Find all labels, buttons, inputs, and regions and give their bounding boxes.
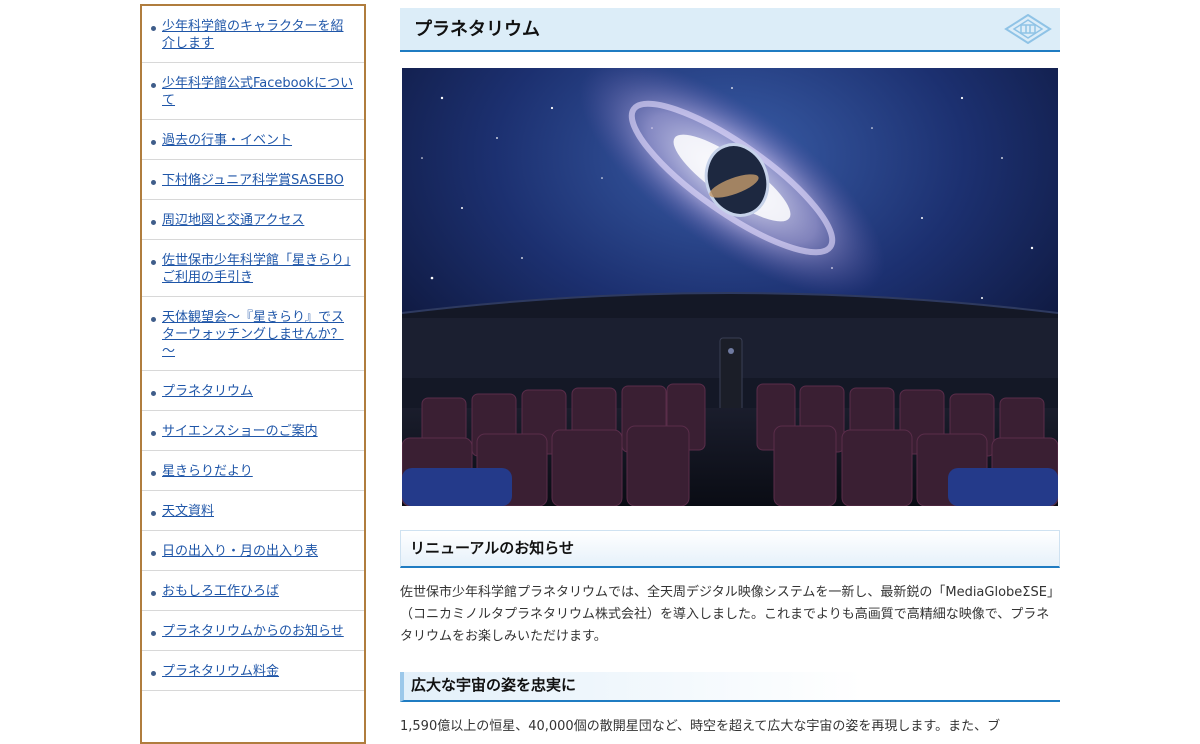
renewal-paragraph: 佐世保市少年科学館プラネタリウムでは、全天周デジタル映像システムを一新し、最新鋭… xyxy=(400,585,1060,644)
section-title: 広大な宇宙の姿を忠実に xyxy=(411,676,577,694)
sidebar-link[interactable]: 下村脩ジュニア科学賞SASEBO xyxy=(162,173,344,188)
bullet-icon xyxy=(151,471,156,476)
main-content: プラネタリウム リニューアルのお知らせ 佐世保市少年科学館プラネタリウムでは、全… xyxy=(400,8,1060,738)
sidebar-item-planetarium: プラネタリウム xyxy=(142,371,364,411)
bullet-icon xyxy=(151,26,156,31)
sidebar-link[interactable]: 周辺地図と交通アクセス xyxy=(162,213,304,228)
bullet-icon xyxy=(151,671,156,676)
bullet-icon xyxy=(151,431,156,436)
sidebar-link[interactable]: 佐世保市少年科学館「星きらり」ご利用の手引き xyxy=(162,253,351,285)
sidebar-link[interactable]: 過去の行事・イベント xyxy=(162,133,292,148)
sidebar-item-astronomy-data: 天文資料 xyxy=(142,491,364,531)
sidebar-item-sunrise-table: 日の出入り・月の出入り表 xyxy=(142,531,364,571)
bullet-icon xyxy=(151,631,156,636)
sidebar-item-characters: 少年科学館のキャラクターを紹介します xyxy=(142,6,364,63)
sidebar-link[interactable]: おもしろ工作ひろば xyxy=(162,584,279,599)
sidebar-link[interactable]: プラネタリウム料金 xyxy=(162,664,279,679)
sidebar-item-crafts: おもしろ工作ひろば xyxy=(142,571,364,611)
bullet-icon xyxy=(151,83,156,88)
bullet-icon xyxy=(151,260,156,265)
sidebar-item-usage-guide: 佐世保市少年科学館「星きらり」ご利用の手引き xyxy=(142,240,364,297)
sidebar-list: 少年科学館のキャラクターを紹介します 少年科学館公式Facebookについて 過… xyxy=(142,6,364,691)
sidebar-link[interactable]: 天体観望会～『星きらり』でスターウォッチングしませんか？～ xyxy=(162,310,344,359)
sidebar-item-planetarium-fees: プラネタリウム料金 xyxy=(142,651,364,691)
section-heading-universe: 広大な宇宙の姿を忠実に xyxy=(400,672,1060,702)
bullet-icon xyxy=(151,180,156,185)
sidebar-link[interactable]: 少年科学館公式Facebookについて xyxy=(162,76,353,108)
universe-paragraph: 1,590億以上の恒星、40,000個の散開星団など、時空を超えて広大な宇宙の姿… xyxy=(400,719,1001,734)
sidebar-item-planetarium-news: プラネタリウムからのお知らせ xyxy=(142,611,364,651)
sidebar-item-stargazing: 天体観望会～『星きらり』でスターウォッチングしませんか？～ xyxy=(142,297,364,371)
sidebar-item-science-show: サイエンスショーのご案内 xyxy=(142,411,364,451)
sidebar-link[interactable]: 星きらりだより xyxy=(162,464,253,479)
sidebar-link[interactable]: 天文資料 xyxy=(162,504,214,519)
sidebar-link[interactable]: 日の出入り・月の出入り表 xyxy=(162,544,318,559)
bullet-icon xyxy=(151,511,156,516)
page-heading: プラネタリウム xyxy=(400,8,1060,52)
bullet-icon xyxy=(151,317,156,322)
bullet-icon xyxy=(151,551,156,556)
sidebar-item-past-events: 過去の行事・イベント xyxy=(142,120,364,160)
sidebar-link[interactable]: プラネタリウムからのお知らせ xyxy=(162,624,344,639)
page-title: プラネタリウム xyxy=(414,19,540,40)
sidebar-link[interactable]: プラネタリウム xyxy=(162,384,253,399)
sidebar-link[interactable]: 少年科学館のキャラクターを紹介します xyxy=(162,19,343,51)
section-heading-renewal: リニューアルのお知らせ xyxy=(400,530,1060,568)
sidebar-link[interactable]: サイエンスショーのご案内 xyxy=(162,424,318,439)
planetarium-photo xyxy=(402,68,1058,506)
city-emblem-icon xyxy=(1004,13,1052,45)
sidebar-item-facebook: 少年科学館公式Facebookについて xyxy=(142,63,364,120)
sidebar-item-access: 周辺地図と交通アクセス xyxy=(142,200,364,240)
sidebar-item-science-award: 下村脩ジュニア科学賞SASEBO xyxy=(142,160,364,200)
bullet-icon xyxy=(151,591,156,596)
bullet-icon xyxy=(151,140,156,145)
sidebar-item-newsletter: 星きらりだより xyxy=(142,451,364,491)
sidebar-nav: 少年科学館のキャラクターを紹介します 少年科学館公式Facebookについて 過… xyxy=(140,4,366,744)
bullet-icon xyxy=(151,220,156,225)
bullet-icon xyxy=(151,391,156,396)
section-title: リニューアルのお知らせ xyxy=(410,539,574,557)
